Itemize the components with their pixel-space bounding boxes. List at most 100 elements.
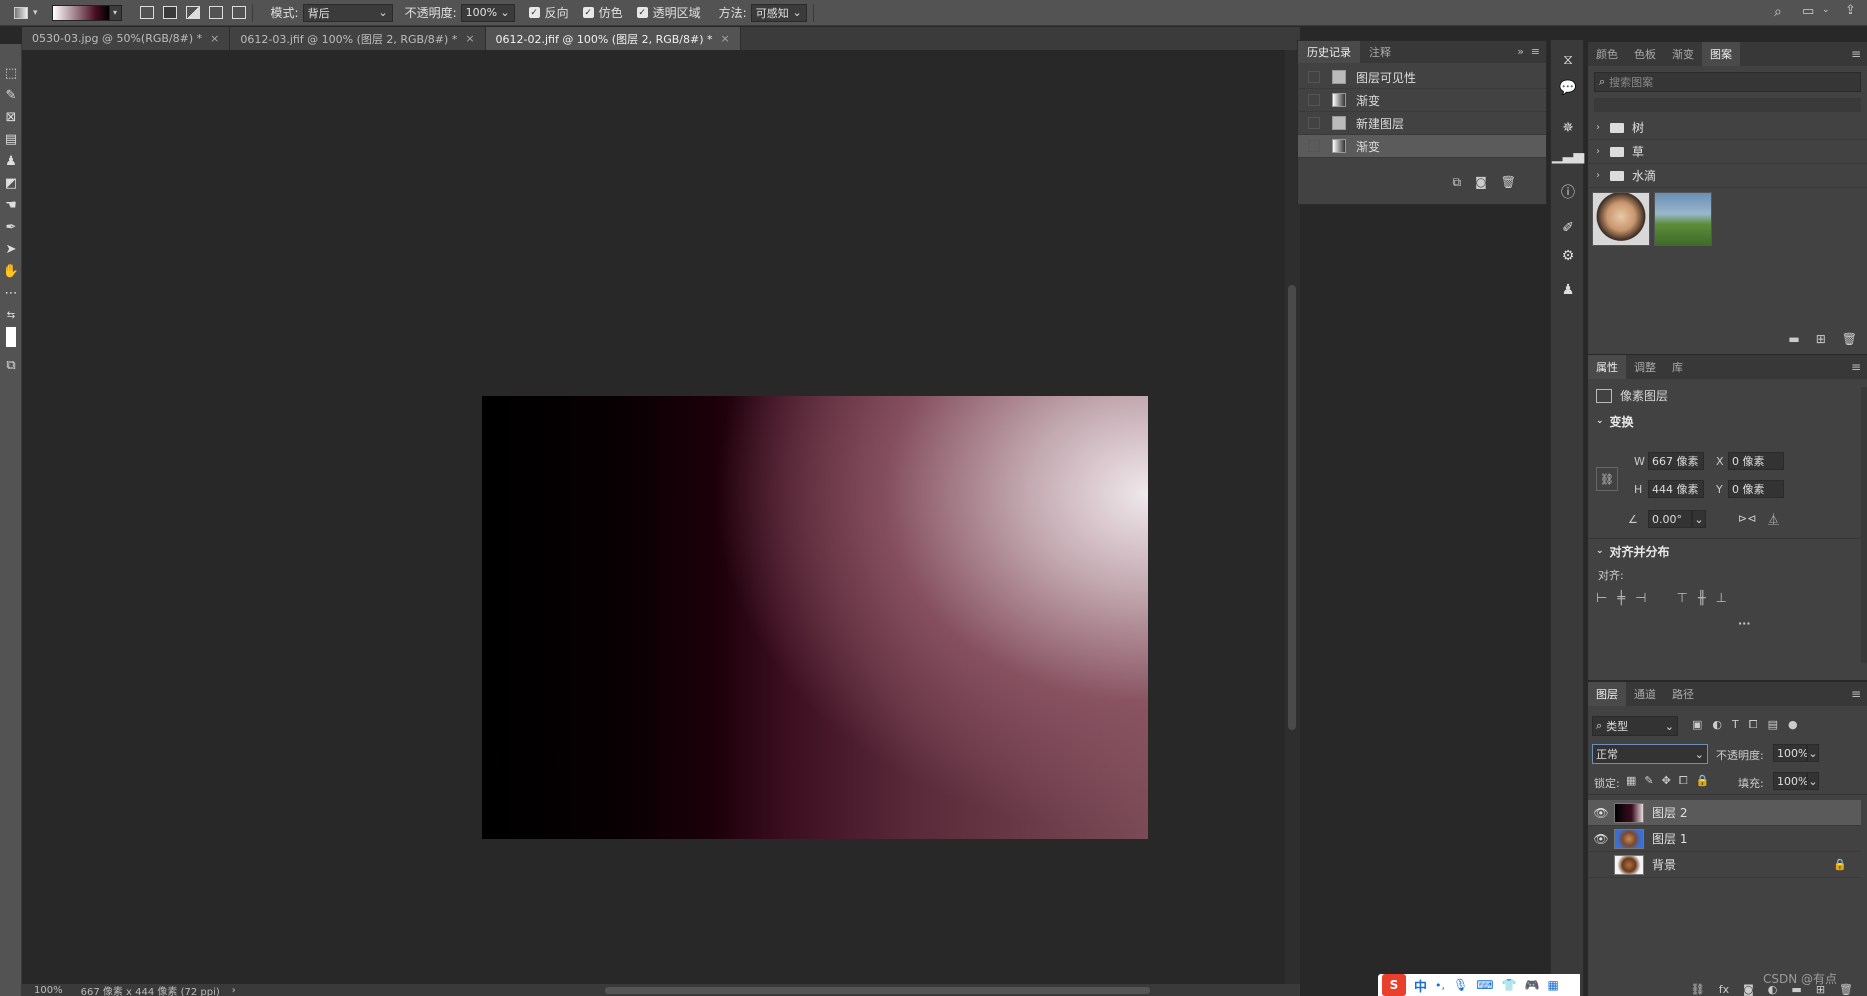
hand-tool-icon[interactable]: ✋ bbox=[0, 260, 22, 282]
visibility-toggle[interactable]: · bbox=[1588, 858, 1614, 872]
pattern-thumbnail[interactable] bbox=[1654, 192, 1712, 246]
align-right-icon[interactable]: ⊣ bbox=[1635, 591, 1646, 606]
filter-shape-icon[interactable]: ⧠ bbox=[1749, 718, 1758, 732]
chevron-down-icon[interactable]: ⌄ bbox=[1807, 744, 1819, 762]
clone-source-icon[interactable]: ♟ bbox=[1551, 276, 1585, 304]
reflected-gradient-button[interactable] bbox=[208, 6, 223, 19]
gradient-picker-chevron-icon[interactable]: ▾ bbox=[109, 4, 122, 21]
filter-pixel-icon[interactable]: ▣ bbox=[1692, 718, 1702, 732]
filter-smart-object-icon[interactable]: ▤ bbox=[1768, 718, 1778, 732]
fx-icon[interactable]: fx bbox=[1719, 983, 1729, 996]
filter-text-icon[interactable]: T bbox=[1732, 718, 1739, 732]
link-icon[interactable]: ⛓ bbox=[1596, 467, 1618, 491]
chevron-down-icon[interactable]: ⌄ bbox=[1692, 510, 1706, 528]
chevron-down-icon[interactable]: ▾ bbox=[33, 8, 38, 18]
dither-checkbox[interactable]: ✓ 仿色 bbox=[582, 4, 623, 21]
slider-track[interactable] bbox=[1594, 98, 1861, 112]
flip-horizontal-icon[interactable]: ⊳⊲ bbox=[1738, 512, 1756, 525]
zoom-level[interactable]: 100% bbox=[34, 985, 63, 996]
lock-transparent-icon[interactable]: ▦ bbox=[1626, 774, 1636, 788]
snapshot-checkbox[interactable] bbox=[1308, 140, 1320, 152]
linear-gradient-button[interactable] bbox=[139, 6, 154, 19]
pattern-folder[interactable]: › 树 bbox=[1588, 116, 1867, 140]
swap-colors-icon[interactable]: ⇆ bbox=[0, 304, 22, 326]
trash-icon[interactable]: 🗑 bbox=[1842, 332, 1857, 346]
ime-chinese-mode[interactable]: 中 bbox=[1414, 976, 1427, 995]
pattern-thumbnail[interactable] bbox=[1592, 192, 1650, 246]
foreground-color[interactable] bbox=[0, 326, 22, 348]
screen-mode-icon[interactable]: ⧉ bbox=[0, 354, 22, 376]
gradient-preview[interactable] bbox=[51, 4, 110, 21]
tab-paths[interactable]: 路径 bbox=[1664, 682, 1702, 706]
skin-icon[interactable]: 👕 bbox=[1502, 978, 1517, 992]
new-document-from-state-icon[interactable]: ⧉ bbox=[1453, 175, 1462, 190]
horizontal-scrollbar[interactable] bbox=[605, 987, 1150, 994]
method-select[interactable]: 可感知 ⌄ bbox=[750, 3, 807, 22]
x-input[interactable]: 0 像素 bbox=[1728, 452, 1784, 470]
align-bottom-icon[interactable]: ⊥ bbox=[1716, 591, 1727, 606]
pattern-folder[interactable]: › 水滴 bbox=[1588, 164, 1867, 188]
eye-icon[interactable]: 👁 bbox=[1588, 832, 1614, 846]
ime-punctuation[interactable]: •, bbox=[1435, 979, 1445, 992]
tab-0530-03[interactable]: 0530-03.jpg @ 50%(RGB/8#) * × bbox=[22, 27, 231, 50]
camera-icon[interactable]: ◙ bbox=[1475, 175, 1487, 190]
pen-tool-icon[interactable]: ✒ bbox=[0, 216, 22, 238]
scrollbar-thumb[interactable] bbox=[1288, 285, 1296, 730]
chevron-right-icon[interactable]: › bbox=[1596, 170, 1606, 181]
add-mask-icon[interactable]: ◙ bbox=[1743, 983, 1754, 996]
close-icon[interactable]: × bbox=[210, 32, 219, 45]
lock-artboard-icon[interactable]: ⧠ bbox=[1679, 774, 1688, 788]
info-icon[interactable]: ⓘ bbox=[1551, 178, 1585, 206]
reverse-checkbox[interactable]: ✓ 反向 bbox=[528, 4, 569, 21]
tab-libraries[interactable]: 库 bbox=[1664, 355, 1691, 379]
chevron-down-icon[interactable]: ⌄ bbox=[1807, 772, 1819, 790]
tab-properties[interactable]: 属性 bbox=[1588, 355, 1626, 379]
eraser-tool-icon[interactable]: ◩ bbox=[0, 172, 22, 194]
align-left-icon[interactable]: ⊢ bbox=[1596, 591, 1607, 606]
close-icon[interactable]: × bbox=[721, 32, 730, 45]
tab-notes[interactable]: 注释 bbox=[1360, 41, 1400, 63]
align-distribute-section[interactable]: ⌄ 对齐并分布 bbox=[1588, 540, 1867, 562]
frame-tool-icon[interactable]: ⊠ bbox=[0, 106, 22, 128]
snapshot-checkbox[interactable] bbox=[1308, 71, 1320, 83]
panel-menu-icon[interactable]: ≡ bbox=[1851, 47, 1861, 61]
tab-patterns[interactable]: 图案 bbox=[1702, 42, 1740, 66]
transform-section[interactable]: ⌄ 变换 bbox=[1588, 410, 1867, 432]
marquee-tool-icon[interactable]: ⬚ bbox=[0, 62, 22, 84]
more-tools-icon[interactable]: ⋯ bbox=[0, 282, 22, 304]
layer-name[interactable]: 图层 2 bbox=[1652, 804, 1687, 821]
status-arrow-icon[interactable]: › bbox=[232, 985, 236, 996]
tab-channels[interactable]: 通道 bbox=[1626, 682, 1664, 706]
layer-row[interactable]: 👁 图层 1 bbox=[1588, 826, 1861, 852]
collapse-icon[interactable]: » bbox=[1517, 45, 1524, 58]
layer-name[interactable]: 图层 1 bbox=[1652, 830, 1687, 847]
y-input[interactable]: 0 像素 bbox=[1728, 480, 1784, 498]
diamond-gradient-button[interactable] bbox=[231, 6, 246, 19]
keyboard-icon[interactable]: ⌨ bbox=[1476, 978, 1493, 992]
folder-icon[interactable]: ▬ bbox=[1788, 332, 1799, 346]
opacity-input[interactable]: 100% ⌄ bbox=[460, 3, 515, 22]
history-item[interactable]: 渐变 bbox=[1298, 89, 1546, 112]
radial-gradient-button[interactable] bbox=[162, 6, 177, 19]
lock-pixels-icon[interactable]: ✎ bbox=[1644, 774, 1653, 788]
history-icon[interactable]: ⧖ bbox=[1551, 46, 1585, 74]
gradient-tool-preset-icon[interactable] bbox=[14, 6, 28, 19]
transparency-checkbox[interactable]: ✓ 透明区域 bbox=[636, 4, 701, 21]
search-icon[interactable]: ⌕ bbox=[1774, 4, 1782, 20]
pattern-folder[interactable]: › 草 bbox=[1588, 140, 1867, 164]
pattern-search-input[interactable]: ⌕ 搜索图案 bbox=[1594, 72, 1861, 92]
tab-history[interactable]: 历史记录 bbox=[1298, 41, 1360, 63]
align-middle-v-icon[interactable]: ╫ bbox=[1698, 591, 1706, 606]
mode-select[interactable]: 背后 ⌄ bbox=[302, 3, 393, 22]
layer-name[interactable]: 背景 bbox=[1652, 856, 1676, 873]
path-select-icon[interactable]: ➤ bbox=[0, 238, 22, 260]
tab-color[interactable]: 颜色 bbox=[1588, 42, 1626, 66]
share-icon[interactable]: ⇪ bbox=[1845, 3, 1856, 18]
navigator-icon[interactable]: ✵ bbox=[1551, 114, 1585, 142]
height-input[interactable]: 444 像素 bbox=[1648, 480, 1704, 498]
chevron-right-icon[interactable]: › bbox=[1596, 146, 1606, 157]
trash-icon[interactable]: 🗑 bbox=[1501, 175, 1516, 190]
workspace-icon[interactable]: ▭ bbox=[1802, 4, 1814, 19]
trash-icon[interactable]: 🗑 bbox=[1839, 983, 1853, 996]
align-center-h-icon[interactable]: ╪ bbox=[1617, 591, 1625, 606]
